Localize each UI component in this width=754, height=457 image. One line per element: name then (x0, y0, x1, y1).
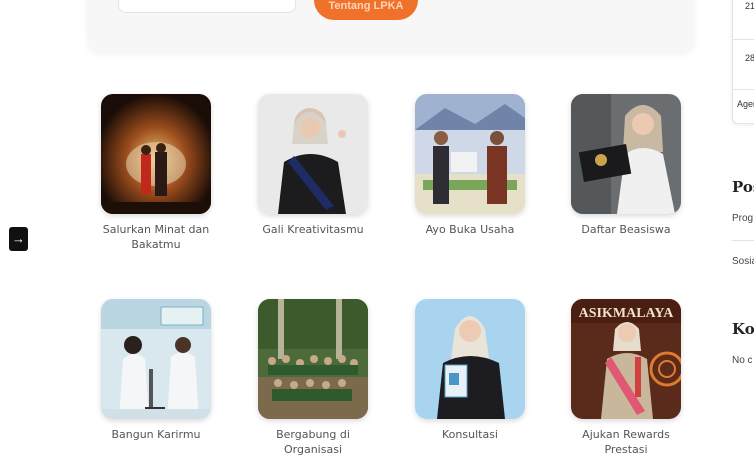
tile-label: Ajukan Rewards Prestasi (582, 428, 670, 456)
tile-label: Gali Kreativitasmu (262, 223, 364, 236)
post-link[interactable]: Prog (732, 213, 753, 224)
tile-minat-bakat[interactable]: Salurkan Minat dan Bakatmu (91, 94, 221, 252)
scholarship-portrait-image (571, 94, 681, 214)
recent-posts-heading: Pos (732, 178, 754, 196)
ambassador-portrait-image (258, 94, 368, 214)
tile-karir[interactable]: Bangun Karirmu (91, 299, 221, 442)
tile-label: Bergabung di Organisasi (276, 428, 350, 456)
award-ceremony-image (415, 94, 525, 214)
consultation-portrait-image (415, 299, 525, 419)
tile-buka-usaha[interactable]: Ayo Buka Usaha (405, 94, 535, 237)
divider (732, 240, 754, 241)
divider (733, 89, 754, 90)
tile-label: Ayo Buka Usaha (425, 223, 515, 236)
tile-kreativitas[interactable]: Gali Kreativitasmu (248, 94, 378, 237)
tile-beasiswa[interactable]: Daftar Beasiswa (561, 94, 691, 237)
comments-heading: Kor (732, 320, 754, 338)
post-link[interactable]: Sosia (732, 256, 754, 267)
tile-konsultasi[interactable]: Konsultasi (405, 299, 535, 442)
calendar-day[interactable]: 28 (745, 53, 754, 63)
arrow-right-icon: → (12, 231, 25, 246)
tile-label: Salurkan Minat dan Bakatmu (102, 223, 210, 251)
tile-rewards-prestasi[interactable]: ASIKMALAYA Ajukan Rewards Prestasi (561, 299, 691, 457)
tile-label: Bangun Karirmu (111, 428, 201, 441)
intro-card: Tentang LPKA (88, 0, 694, 52)
svg-text:ASIKMALAYA: ASIKMALAYA (579, 306, 675, 321)
pageant-portrait-image: ASIKMALAYA (571, 299, 681, 419)
slide-toggle-button[interactable]: → (9, 227, 28, 251)
laboratory-image (101, 299, 211, 419)
tile-organisasi[interactable]: Bergabung di Organisasi (248, 299, 378, 457)
comments-empty-text: No c (732, 355, 753, 366)
tile-label: Konsultasi (442, 428, 498, 441)
intro-field (118, 0, 296, 13)
about-lpka-button[interactable]: Tentang LPKA (314, 0, 418, 20)
calendar-day[interactable]: 21 (745, 1, 754, 11)
events-calendar: 21 28 Agen (732, 0, 754, 124)
agenda-link[interactable]: Agen (737, 99, 754, 109)
tile-label: Daftar Beasiswa (581, 223, 671, 236)
stage-performance-image (101, 94, 211, 214)
divider (733, 39, 754, 40)
group-photo-image (258, 299, 368, 419)
